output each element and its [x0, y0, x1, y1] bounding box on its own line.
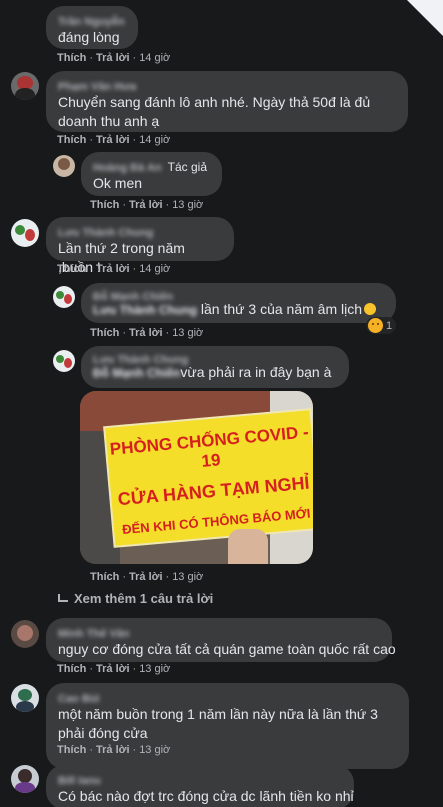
comment-actions: Thích · Trả lời · 14 giờ [57, 52, 171, 64]
commenter-name[interactable]: Hoàng Đà An [93, 161, 162, 176]
timestamp[interactable]: 13 giờ [139, 744, 170, 756]
commenter-name[interactable]: Minh Thế Văn [58, 627, 130, 642]
author-badge: Tác giả [167, 160, 208, 174]
commenter-name[interactable]: Phạm Văn Hưa [58, 80, 136, 95]
comment-text: Chuyển sang đánh lô anh nhé. Ngày thả 50… [58, 94, 371, 129]
mention-tag[interactable]: Đỗ Mạnh Chiến [93, 364, 180, 383]
like-link[interactable]: Thích [57, 744, 86, 756]
reply-link[interactable]: Trả lời [129, 571, 163, 583]
timestamp[interactable]: 14 giờ [139, 134, 170, 146]
comment-photo[interactable]: PHÒNG CHỐNG COVID - 19 CỬA HÀNG TẠM NGHỈ… [80, 391, 313, 564]
comment-bubble: Lưu Thành Chung Đỗ Mạnh Chiếnvừa phải ra… [81, 346, 349, 388]
mention-tag[interactable]: Lưu Thành Chung [93, 301, 197, 320]
comment-actions: Thích · Trả lời · 13 giờ [57, 744, 171, 756]
like-link[interactable]: Thích [90, 327, 119, 339]
comment-text: Ok men [93, 175, 143, 191]
avatar[interactable] [53, 155, 75, 177]
like-link[interactable]: Thích [90, 199, 119, 211]
comment-text: Lưu Thành Chung lần thứ 3 của năm âm lịc… [93, 300, 384, 320]
avatar[interactable] [11, 620, 39, 648]
comment-bubble: Lưu Thành Chung Lần thứ 2 trong năm ,buồ… [46, 217, 234, 275]
commenter-name[interactable]: Lưu Thành Chung [58, 226, 153, 241]
reaction-count: 1 [386, 319, 393, 332]
comment-text: nguy cơ đóng cửa tất cả quán game toàn q… [58, 641, 396, 657]
comment-text: một năm buồn trong 1 năm lần này nữa là … [58, 706, 378, 741]
comment-text: Có bác nào đợt trc đóng cửa dc lãnh tiền… [58, 788, 354, 804]
comment-actions: Thích · Trả lời · 13 giờ [57, 663, 171, 675]
timestamp[interactable]: 14 giờ [139, 263, 170, 275]
covid-notice-sign: PHÒNG CHỐNG COVID - 19 CỬA HÀNG TẠM NGHỈ… [105, 410, 313, 546]
timestamp[interactable]: 13 giờ [139, 663, 170, 675]
avatar[interactable] [11, 72, 39, 100]
reply-link[interactable]: Trả lời [96, 52, 130, 64]
avatar[interactable] [11, 684, 39, 712]
like-link[interactable]: Thích [57, 52, 86, 64]
reply-link[interactable]: Trả lời [96, 744, 130, 756]
reply-arrow-icon [58, 594, 68, 602]
avatar[interactable] [53, 350, 75, 372]
timestamp[interactable]: 13 giờ [172, 327, 203, 339]
commenter-name[interactable]: Trần Nguyễn [58, 15, 125, 30]
avatar[interactable] [53, 286, 75, 308]
like-link[interactable]: Thích [57, 663, 86, 675]
avatar[interactable] [11, 219, 39, 247]
comment-text: đáng lòng [58, 29, 120, 45]
view-more-replies[interactable]: Xem thêm 1 câu trả lời [58, 591, 213, 606]
reply-link[interactable]: Trả lời [129, 199, 163, 211]
reply-link[interactable]: Trả lời [129, 327, 163, 339]
comment-actions: Thích · Trả lời · 13 giờ [90, 199, 204, 211]
timestamp[interactable]: 14 giờ [139, 52, 170, 64]
timestamp[interactable]: 13 giờ [172, 199, 203, 211]
timestamp[interactable]: 13 giờ [172, 571, 203, 583]
comment-bubble: Đỗ Mạnh Chiến Lưu Thành Chung lần thứ 3 … [81, 283, 396, 323]
comment-bubble: Cao Bùi một năm buồn trong 1 năm lần này… [46, 683, 409, 746]
reaction-badge[interactable]: 1 [366, 317, 397, 334]
comment-text: Đỗ Mạnh Chiếnvừa phải ra in đây bạn à [93, 363, 337, 383]
comment-actions: Thích · Trả lời · 13 giờ [90, 327, 204, 339]
page-corner-fold [407, 0, 443, 36]
like-link[interactable]: Thích [57, 263, 86, 275]
commenter-name[interactable]: Cao Bùi [58, 692, 100, 707]
comment-actions: Thích · Trả lời · 13 giờ [90, 571, 204, 583]
comment-bubble: Bill Ianu Có bác nào đợt trc đóng cửa dc… [46, 765, 354, 807]
comment-actions: Thích · Trả lời · 14 giờ [57, 263, 171, 275]
avatar[interactable] [11, 765, 39, 793]
commenter-name[interactable]: Bill Ianu [58, 774, 101, 789]
sad-emoji-icon [368, 318, 383, 333]
comment-bubble: Phạm Văn Hưa Chuyển sang đánh lô anh nhé… [46, 71, 408, 132]
reply-link[interactable]: Trả lời [96, 134, 130, 146]
smile-emoji-icon [364, 303, 377, 315]
comment-bubble: Minh Thế Văn nguy cơ đóng cửa tất cả quá… [46, 618, 396, 662]
reply-link[interactable]: Trả lời [96, 263, 130, 275]
comment-bubble: Trần Nguyễn đáng lòng [46, 6, 138, 49]
comment-actions: Thích · Trả lời · 14 giờ [57, 134, 171, 146]
like-link[interactable]: Thích [57, 134, 86, 146]
reply-link[interactable]: Trả lời [96, 663, 130, 675]
comment-bubble: Hoàng Đà An Tác giả Ok men [81, 152, 222, 196]
like-link[interactable]: Thích [90, 571, 119, 583]
